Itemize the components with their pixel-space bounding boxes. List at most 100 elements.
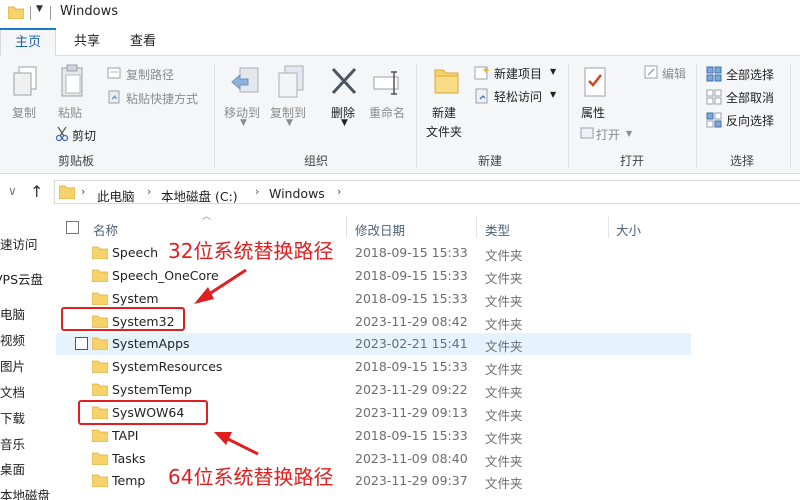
- file-date: 2018-09-15 15:33: [355, 268, 468, 283]
- separator: [696, 64, 697, 168]
- recent-locations-icon[interactable]: ∨: [8, 184, 17, 198]
- nav-item-documents[interactable]: 文档: [0, 382, 25, 401]
- tab-share[interactable]: 共享: [62, 28, 112, 56]
- table-row[interactable]: Speech 2018-09-15 15:33 文件夹: [56, 242, 691, 264]
- scissors-icon[interactable]: [55, 126, 69, 142]
- column-header-name[interactable]: 名称: [93, 220, 118, 239]
- select-none-button[interactable]: 全部取消: [726, 89, 774, 106]
- file-type: 文件夹: [485, 339, 523, 354]
- new-item-icon[interactable]: [474, 65, 490, 81]
- chevron-down-icon[interactable]: ▼: [626, 129, 632, 138]
- table-row[interactable]: Speech_OneCore 2018-09-15 15:33 文件夹: [56, 265, 691, 287]
- file-type: 文件夹: [485, 408, 523, 423]
- up-arrow-icon[interactable]: ↑: [30, 182, 43, 201]
- nav-item-local-disk[interactable]: 本地磁盘: [0, 485, 50, 500]
- address-bar: ∨ ↑ › 此电脑 › 本地磁盘 (C:) › Windows ›: [0, 178, 800, 206]
- tab-home[interactable]: 主页: [0, 28, 56, 56]
- table-row[interactable]: TAPI 2018-09-15 15:33 文件夹: [56, 425, 691, 447]
- edit-button[interactable]: 编辑: [662, 65, 686, 82]
- cut-button[interactable]: 剪切: [72, 127, 96, 144]
- new-folder-button[interactable]: 新建: [432, 104, 456, 121]
- chevron-down-icon[interactable]: ▼: [286, 118, 293, 128]
- nav-item-videos[interactable]: 视频: [0, 330, 25, 349]
- select-all-checkbox[interactable]: [66, 221, 79, 234]
- copy-icon[interactable]: [12, 66, 38, 98]
- folder-icon: [59, 185, 75, 199]
- column-separator[interactable]: [476, 216, 477, 238]
- address-box[interactable]: › 此电脑 › 本地磁盘 (C:) › Windows ›: [54, 180, 800, 204]
- nav-item-music[interactable]: 音乐: [0, 434, 25, 453]
- table-row[interactable]: SystemTemp 2023-11-29 09:22 文件夹: [56, 379, 691, 401]
- properties-icon[interactable]: [583, 66, 607, 98]
- invert-selection-icon[interactable]: [706, 112, 722, 128]
- tab-view[interactable]: 查看: [118, 28, 168, 56]
- file-type: 文件夹: [485, 271, 523, 286]
- delete-icon[interactable]: [330, 66, 358, 96]
- nav-item-this-pc[interactable]: 电脑: [0, 304, 25, 323]
- quick-access-dropdown-icon[interactable]: ▼: [36, 4, 43, 14]
- file-type: 文件夹: [485, 431, 523, 446]
- nav-item-downloads[interactable]: 下载: [0, 408, 25, 427]
- column-header-date[interactable]: 修改日期: [355, 220, 405, 239]
- open-button[interactable]: 打开: [596, 126, 620, 143]
- file-type: 文件夹: [485, 248, 523, 263]
- breadcrumb-separator-icon[interactable]: ›: [255, 185, 259, 198]
- breadcrumb-separator-icon[interactable]: ›: [337, 185, 341, 198]
- breadcrumb-local-disk[interactable]: 本地磁盘 (C:): [161, 186, 238, 205]
- table-row[interactable]: SystemApps 2023-02-21 15:41 文件夹: [56, 333, 691, 355]
- file-date: 2018-09-15 15:33: [355, 359, 468, 374]
- breadcrumb-separator-icon[interactable]: ›: [147, 185, 151, 198]
- copy-to-icon[interactable]: [276, 64, 306, 100]
- column-separator[interactable]: [346, 216, 347, 238]
- file-name: Temp: [112, 473, 146, 488]
- invert-selection-button[interactable]: 反向选择: [726, 112, 774, 129]
- paste-icon[interactable]: [60, 64, 84, 98]
- rename-button[interactable]: 重命名: [369, 104, 405, 121]
- file-date: 2018-09-15 15:33: [355, 245, 468, 260]
- new-folder-button-line2[interactable]: 文件夹: [426, 123, 462, 140]
- breadcrumb-this-pc[interactable]: 此电脑: [97, 186, 135, 205]
- breadcrumb-windows[interactable]: Windows: [269, 186, 325, 201]
- copy-button[interactable]: 复制: [12, 104, 36, 121]
- chevron-down-icon[interactable]: ▼: [341, 118, 348, 128]
- row-checkbox[interactable]: [75, 337, 88, 350]
- chevron-down-icon[interactable]: ▼: [550, 90, 556, 99]
- table-row[interactable]: SystemResources 2018-09-15 15:33 文件夹: [56, 356, 691, 378]
- copy-path-button[interactable]: 复制路径: [126, 66, 174, 83]
- open-icon[interactable]: [580, 126, 594, 140]
- new-folder-icon[interactable]: [432, 64, 460, 96]
- nav-item-desktop[interactable]: 桌面: [0, 459, 25, 478]
- file-date: 2018-09-15 15:33: [355, 428, 468, 443]
- nav-item-pictures[interactable]: 图片: [0, 356, 25, 375]
- move-to-icon[interactable]: [230, 66, 260, 100]
- easy-access-icon[interactable]: [474, 88, 490, 104]
- column-separator[interactable]: [608, 216, 609, 238]
- column-header-type[interactable]: 类型: [485, 220, 510, 239]
- file-name: SystemTemp: [112, 382, 192, 397]
- properties-button[interactable]: 属性: [581, 104, 605, 121]
- paste-button[interactable]: 粘贴: [58, 104, 82, 121]
- table-row[interactable]: Tasks 2023-11-09 08:40 文件夹: [56, 448, 691, 470]
- easy-access-button[interactable]: 轻松访问: [494, 88, 542, 105]
- copy-path-icon[interactable]: [107, 66, 121, 80]
- file-type: 文件夹: [485, 317, 523, 332]
- select-all-icon[interactable]: [706, 66, 722, 82]
- highlight-box-syswow64: [78, 400, 208, 425]
- chevron-down-icon[interactable]: ▼: [240, 118, 247, 128]
- nav-item-vps-cloud[interactable]: VPS云盘: [0, 269, 43, 288]
- file-name: Speech: [112, 245, 159, 260]
- edit-icon[interactable]: [644, 65, 658, 79]
- chevron-down-icon[interactable]: ▼: [550, 67, 556, 76]
- column-header-size[interactable]: 大小: [616, 220, 641, 239]
- separator: [568, 64, 569, 168]
- nav-item-quick-access[interactable]: 速访问: [0, 234, 38, 253]
- select-none-icon[interactable]: [706, 89, 722, 105]
- breadcrumb-separator-icon[interactable]: ›: [81, 185, 85, 198]
- rename-icon[interactable]: [372, 68, 404, 96]
- table-row[interactable]: Temp 2023-11-29 09:37 文件夹: [56, 470, 691, 492]
- select-all-button[interactable]: 全部选择: [726, 66, 774, 83]
- new-item-button[interactable]: 新建项目: [494, 65, 542, 82]
- paste-shortcut-button[interactable]: 粘贴快捷方式: [126, 90, 198, 107]
- annotation-32bit: 32位系统替换路径: [168, 239, 334, 263]
- paste-shortcut-icon[interactable]: [107, 90, 121, 104]
